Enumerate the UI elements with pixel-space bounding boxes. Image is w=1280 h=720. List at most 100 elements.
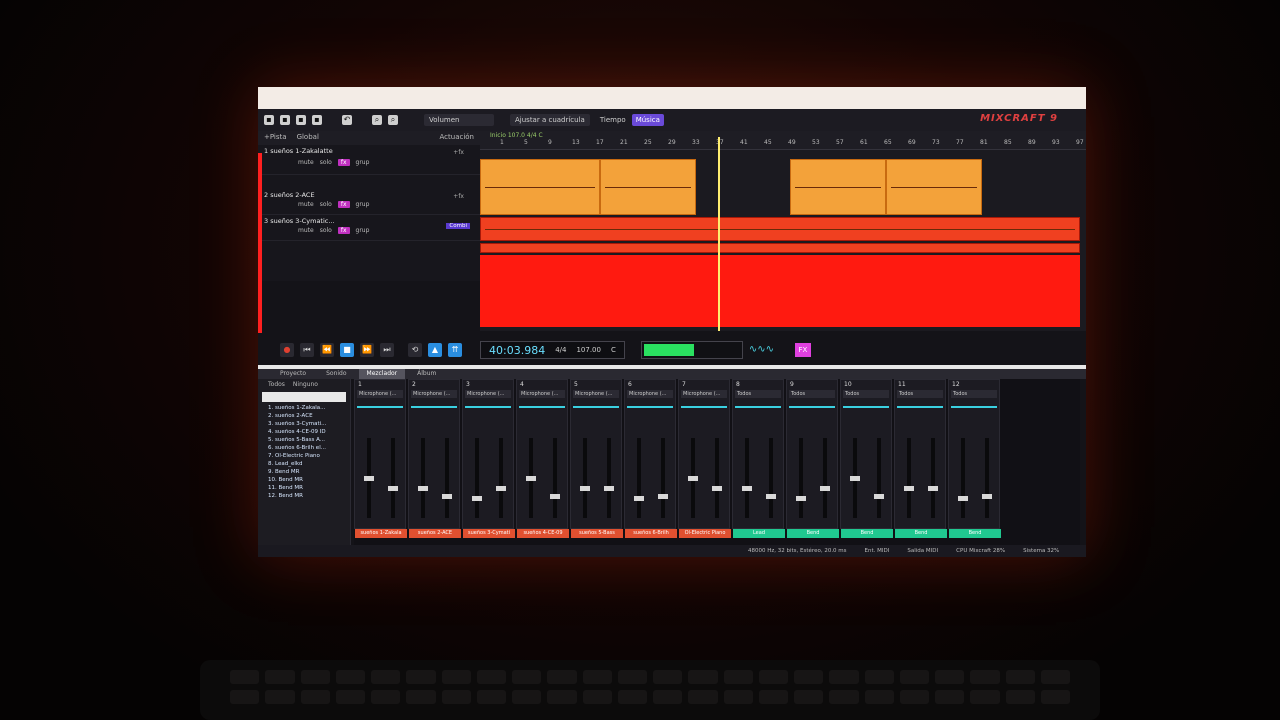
channel-fader-handle[interactable]: [388, 486, 398, 491]
channel-fader-handle[interactable]: [796, 496, 806, 501]
save-file-icon[interactable]: ▪: [296, 115, 306, 125]
audio-clip[interactable]: [790, 159, 886, 215]
loop-button[interactable]: ⟲: [408, 343, 422, 357]
browser-track-item[interactable]: 6. sueños 6-Brilh el...: [258, 444, 350, 452]
mixer-channel-strip[interactable]: 12 Todos Bend: [948, 379, 1001, 538]
channel-fader-handle[interactable]: [928, 486, 938, 491]
channel-fader-track[interactable]: [553, 438, 557, 518]
fx-button[interactable]: fx: [337, 159, 350, 166]
channel-fader-handle[interactable]: [958, 496, 968, 501]
arrangement-timeline[interactable]: Inicio 107.0 4/4 C 159131721252933374145…: [480, 131, 1086, 331]
musica-toggle[interactable]: Música: [631, 114, 664, 126]
mixer-channel-strip[interactable]: 10 Todos Bend: [840, 379, 893, 538]
browser-track-item[interactable]: 8. Lead_elkd: [258, 460, 350, 468]
channel-fader-track[interactable]: [931, 438, 935, 518]
performance-button[interactable]: Actuación: [440, 133, 475, 143]
channel-fader-handle[interactable]: [604, 486, 614, 491]
channel-fader-handle[interactable]: [580, 486, 590, 491]
channel-fader-handle[interactable]: [418, 486, 428, 491]
channel-fader-track[interactable]: [583, 438, 587, 518]
metronome-button[interactable]: ▲: [428, 343, 442, 357]
tab-mezclador[interactable]: Mezclador: [358, 369, 406, 379]
channel-fader-handle[interactable]: [850, 476, 860, 481]
add-fx-button[interactable]: +fx: [453, 149, 464, 156]
channel-fader-track[interactable]: [907, 438, 911, 518]
channel-input-select[interactable]: Microphone (...: [627, 390, 673, 398]
channel-fader-track[interactable]: [823, 438, 827, 518]
channel-input-select[interactable]: Microphone (...: [411, 390, 457, 398]
fx-button[interactable]: fx: [337, 201, 350, 208]
track-name[interactable]: 3 sueños 3-Cymatic...: [264, 217, 474, 225]
channel-fader-handle[interactable]: [982, 494, 992, 499]
channel-fader-handle[interactable]: [364, 476, 374, 481]
audio-clip[interactable]: [480, 217, 1080, 241]
mixer-channel-strip[interactable]: 11 Todos Bend: [894, 379, 947, 538]
export-icon[interactable]: ▪: [312, 115, 322, 125]
channel-fader-handle[interactable]: [688, 476, 698, 481]
mixer-channel-strip[interactable]: 9 Todos Bend: [786, 379, 839, 538]
global-button[interactable]: Global: [297, 133, 319, 143]
mixer-channel-strip[interactable]: 1 Microphone (... sueños 1-Zakala: [354, 379, 407, 538]
channel-fader-handle[interactable]: [874, 494, 884, 499]
channel-fader-handle[interactable]: [442, 494, 452, 499]
count-in-button[interactable]: ⇈: [448, 343, 462, 357]
audio-clip[interactable]: [480, 243, 1080, 253]
mixer-channel-strip[interactable]: 8 Todos Lead: [732, 379, 785, 538]
audio-clip[interactable]: [480, 255, 1080, 327]
channel-fader-track[interactable]: [391, 438, 395, 518]
mute-button[interactable]: mute: [298, 227, 314, 234]
channel-fader-track[interactable]: [637, 438, 641, 518]
channel-fader-handle[interactable]: [904, 486, 914, 491]
midi-in-status[interactable]: Ent. MIDI: [865, 545, 890, 557]
browser-track-item[interactable]: 9. Bend MR: [258, 468, 350, 476]
channel-name[interactable]: Bend: [949, 529, 1001, 538]
channel-fader-handle[interactable]: [712, 486, 722, 491]
tab-proyecto[interactable]: Proyecto: [272, 369, 314, 379]
channel-input-select[interactable]: Todos: [789, 390, 835, 398]
stop-button[interactable]: ■: [340, 343, 354, 357]
mute-button[interactable]: mute: [298, 159, 314, 166]
channel-fader-track[interactable]: [445, 438, 449, 518]
group-button[interactable]: grup: [356, 227, 370, 234]
record-button[interactable]: ●: [280, 343, 294, 357]
select-all-button[interactable]: Todos: [268, 381, 285, 388]
fast-forward-button[interactable]: ⏩: [360, 343, 374, 357]
channel-input-select[interactable]: Todos: [735, 390, 781, 398]
channel-fader-handle[interactable]: [820, 486, 830, 491]
channel-fader-track[interactable]: [607, 438, 611, 518]
browser-track-item[interactable]: 5. sueños 5-Bass A...: [258, 436, 350, 444]
browser-track-item[interactable]: 11. Bend MR: [258, 484, 350, 492]
playhead[interactable]: [718, 137, 720, 331]
tempo-value[interactable]: 107.00: [576, 346, 601, 354]
channel-fader-handle[interactable]: [658, 494, 668, 499]
go-to-start-button[interactable]: ⏮: [300, 343, 314, 357]
channel-name[interactable]: sueños 1-Zakala: [355, 529, 407, 538]
channel-input-select[interactable]: Microphone (...: [519, 390, 565, 398]
channel-fader-handle[interactable]: [550, 494, 560, 499]
channel-name[interactable]: sueños 3-Cymati: [463, 529, 515, 538]
add-fx-button[interactable]: +fx: [453, 193, 464, 200]
channel-name[interactable]: Bend: [841, 529, 893, 538]
mixer-channel-strip[interactable]: 5 Microphone (... sueños 5-Bass: [570, 379, 623, 538]
snap-dropdown[interactable]: Ajustar a cuadrícula: [510, 114, 590, 126]
mixer-channel-strip[interactable]: 7 Microphone (... Ol-Electric Piano: [678, 379, 731, 538]
browser-track-item[interactable]: 4. sueños 4-CE-09 ID: [258, 428, 350, 436]
channel-fader-track[interactable]: [799, 438, 803, 518]
open-file-icon[interactable]: ▪: [280, 115, 290, 125]
channel-name[interactable]: sueños 4-CE-09: [517, 529, 569, 538]
channel-input-select[interactable]: Microphone (...: [573, 390, 619, 398]
time-signature[interactable]: 4/4: [555, 346, 566, 354]
timeline-ruler[interactable]: Inicio 107.0 4/4 C 159131721252933374145…: [480, 131, 1086, 150]
channel-input-select[interactable]: Microphone (...: [465, 390, 511, 398]
new-file-icon[interactable]: ▪: [264, 115, 274, 125]
solo-button[interactable]: solo: [320, 201, 332, 208]
channel-fader-track[interactable]: [715, 438, 719, 518]
combi-badge[interactable]: Combi: [446, 223, 470, 229]
mixer-channel-strip[interactable]: 4 Microphone (... sueños 4-CE-09: [516, 379, 569, 538]
track-name[interactable]: 2 sueños 2-ACE: [264, 191, 474, 199]
track-row-2[interactable]: 2 sueños 2-ACE mute solo fx grup +fx: [258, 189, 480, 215]
channel-name[interactable]: sueños 2-ACE: [409, 529, 461, 538]
browser-track-item[interactable]: 7. Ol-Electric Piano: [258, 452, 350, 460]
go-to-end-button[interactable]: ⏭: [380, 343, 394, 357]
channel-fader-track[interactable]: [769, 438, 773, 518]
